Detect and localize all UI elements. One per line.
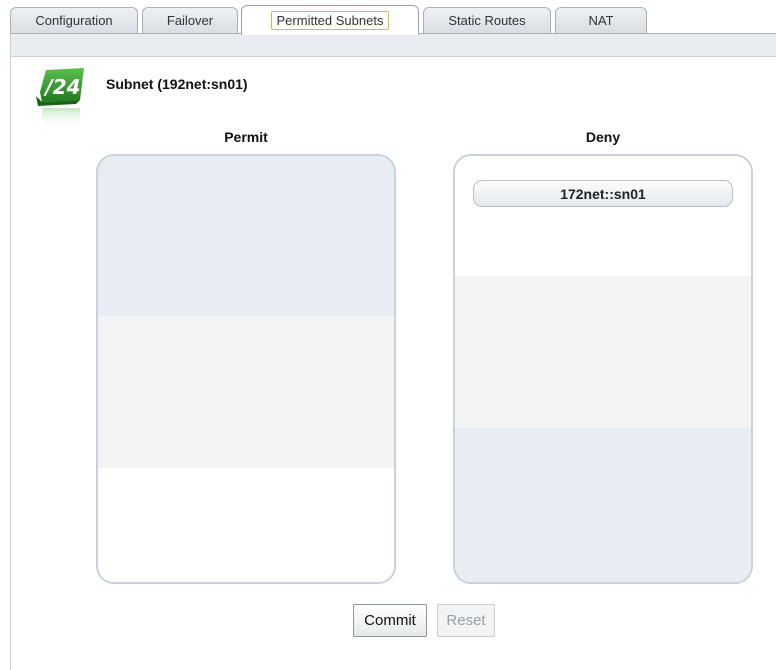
deny-list[interactable]: 172net::sn01 bbox=[453, 154, 753, 584]
permit-list-row-2 bbox=[98, 316, 394, 468]
svg-text:/24: /24 bbox=[43, 75, 80, 99]
permit-list-row-3 bbox=[98, 468, 394, 582]
tab-nat-label: NAT bbox=[588, 13, 614, 28]
tab-configuration-label: Configuration bbox=[35, 13, 113, 28]
tab-static-routes-label: Static Routes bbox=[448, 13, 526, 28]
tab-static-routes[interactable]: Static Routes bbox=[423, 7, 551, 33]
tab-failover-label: Failover bbox=[166, 13, 214, 28]
permitted-subnets-panel: Configuration Failover Permitted Subnets… bbox=[0, 0, 776, 670]
tab-strip: Configuration Failover Permitted Subnets… bbox=[0, 0, 776, 35]
deny-list-item[interactable]: 172net::sn01 bbox=[473, 180, 733, 207]
tab-configuration[interactable]: Configuration bbox=[10, 7, 138, 33]
permit-list[interactable] bbox=[96, 154, 396, 584]
tab-nat[interactable]: NAT bbox=[555, 7, 647, 33]
subnet-title: Subnet (192net:sn01) bbox=[106, 76, 248, 92]
deny-list-row-1 bbox=[455, 156, 751, 276]
tab-bar-band bbox=[10, 33, 776, 56]
commit-button[interactable]: Commit bbox=[353, 604, 427, 637]
tab-permitted-subnets[interactable]: Permitted Subnets bbox=[241, 5, 419, 35]
permit-list-row-1 bbox=[98, 156, 394, 316]
permit-heading: Permit bbox=[224, 129, 268, 145]
tab-permitted-subnets-label: Permitted Subnets bbox=[270, 11, 390, 30]
deny-heading: Deny bbox=[585, 129, 621, 145]
deny-list-row-3 bbox=[455, 428, 751, 582]
subnet-network-icon: /24 bbox=[36, 66, 88, 134]
tab-failover[interactable]: Failover bbox=[142, 7, 238, 33]
reset-button: Reset bbox=[437, 604, 495, 637]
deny-list-row-2 bbox=[455, 276, 751, 428]
